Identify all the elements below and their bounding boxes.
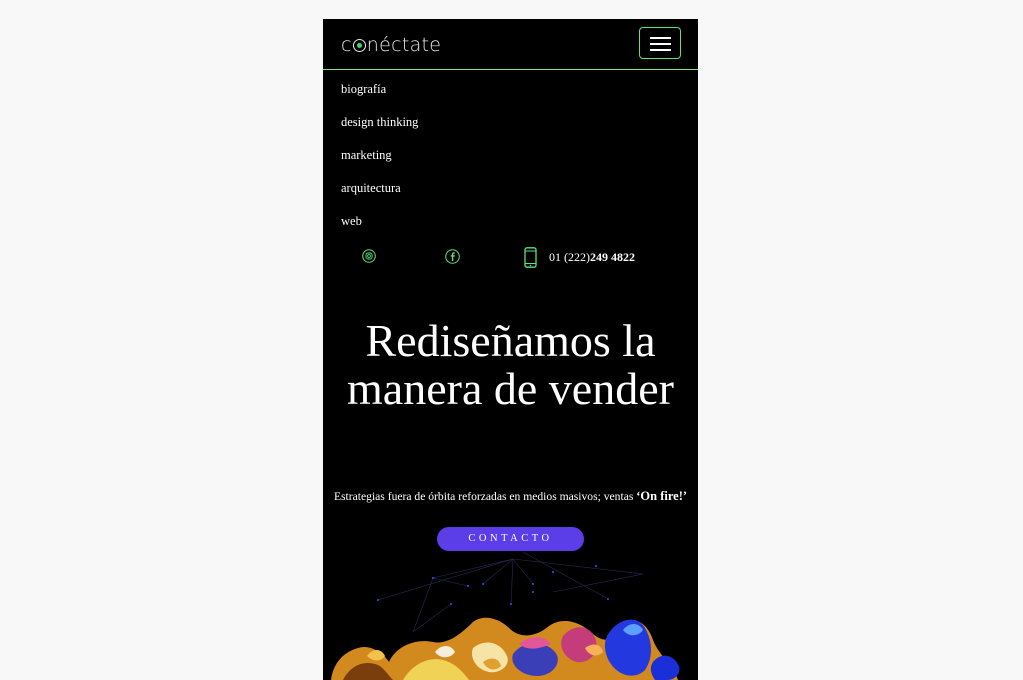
logo-text-end: néctate	[366, 34, 442, 56]
nav-item-biografia[interactable]: biografía	[341, 81, 418, 114]
contact-row: 01 (222)249 4822	[323, 247, 698, 269]
hamburger-line	[650, 43, 671, 45]
hamburger-menu-button[interactable]	[639, 27, 681, 59]
paint-splash	[331, 617, 680, 680]
logo-dot-icon	[352, 39, 366, 52]
hero-tagline: Estrategias fuera de órbita reforzadas e…	[323, 489, 698, 504]
logo[interactable]: c néctate	[341, 33, 441, 57]
hero-artwork	[331, 551, 680, 680]
phone-number[interactable]: 01 (222)249 4822	[549, 250, 635, 264]
nav-item-arquitectura[interactable]: arquitectura	[341, 180, 418, 213]
site-header: c néctate	[323, 19, 698, 70]
nav-item-marketing[interactable]: marketing	[341, 147, 418, 180]
hero-title: Rediseñamos la manera de vender	[347, 315, 674, 414]
nav-item-web[interactable]: web	[341, 213, 418, 246]
phone-prefix: 01 (222)	[549, 250, 590, 264]
phone-digits: 249 4822	[590, 250, 635, 264]
tagline-emphasis: ‘On fire!’	[636, 489, 688, 503]
hamburger-line	[650, 37, 671, 39]
network-lines	[377, 551, 644, 633]
network-nodes	[377, 565, 609, 605]
hamburger-line	[650, 49, 671, 51]
instagram-icon[interactable]	[362, 249, 376, 263]
logo-text-start: c	[341, 34, 352, 56]
mobile-phone-icon	[524, 247, 537, 268]
mobile-viewport: c néctate biografía design thinking marke…	[323, 19, 698, 680]
nav-item-design-thinking[interactable]: design thinking	[341, 114, 418, 147]
tagline-text: Estrategias fuera de órbita reforzadas e…	[333, 490, 637, 503]
nav-menu: biografía design thinking marketing arqu…	[341, 81, 418, 246]
facebook-icon[interactable]	[445, 249, 460, 264]
